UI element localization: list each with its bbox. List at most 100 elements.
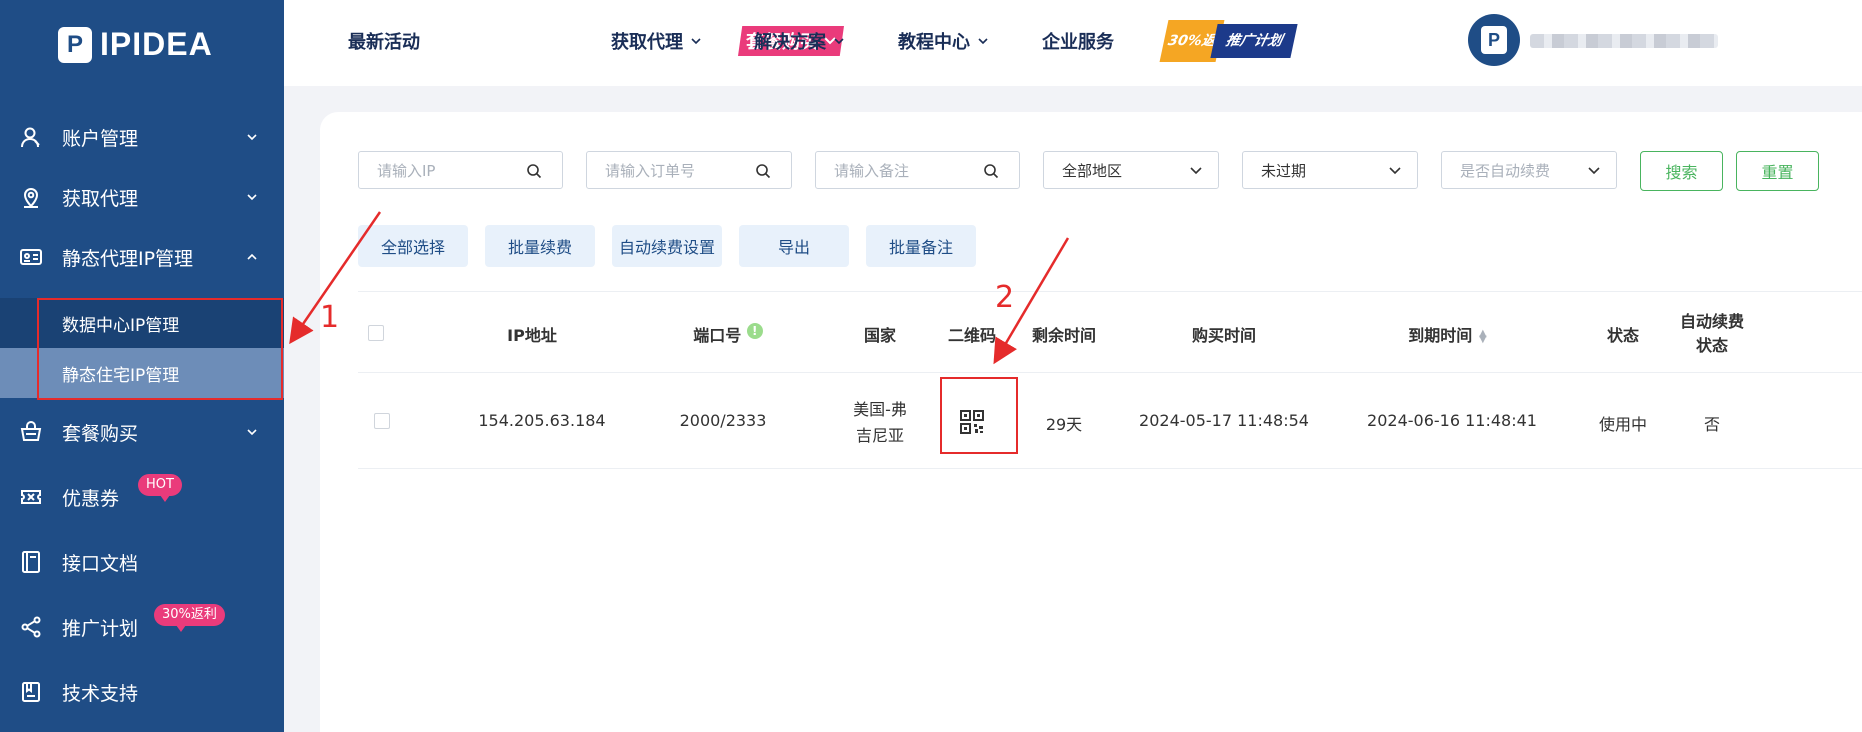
cell-remaining: 29天 <box>1045 415 1083 434</box>
placeholder: 请输入IP <box>377 161 436 180</box>
placeholder: 请输入订单号 <box>605 161 696 180</box>
order-search-input[interactable]: 请输入订单号 <box>586 151 792 189</box>
select-all-button[interactable]: 全部选择 <box>358 225 468 267</box>
sidebar-item-coupon[interactable]: 优惠券 HOT <box>0 470 284 524</box>
cell-auto-renew: 否 <box>1703 415 1720 434</box>
placeholder: 是否自动续费 <box>1460 161 1551 180</box>
sidebar-item-get-proxy[interactable]: 获取代理 <box>0 170 284 224</box>
sidebar-item-static-proxy[interactable]: 静态代理IP管理 <box>0 230 284 284</box>
top-bar: 最新活动 套餐购买 获取代理 解决方案 教程中心 企业服务 30%返 推广计划 … <box>284 0 1862 86</box>
cell-expiry-time: 2024-06-16 11:48:41 <box>1367 411 1537 430</box>
nav-get-proxy[interactable]: 获取代理 <box>611 28 701 54</box>
cell-country: 美国-弗 吉尼亚 <box>840 397 920 449</box>
reset-button[interactable]: 重置 <box>1736 151 1819 191</box>
cell-status: 使用中 <box>1598 415 1647 434</box>
nav-latest-activities[interactable]: 最新活动 <box>348 28 420 54</box>
chevron-down-icon <box>1389 167 1401 175</box>
search-icon <box>527 164 542 179</box>
username-blurred <box>1530 34 1718 48</box>
chevron-down-icon <box>1190 167 1202 175</box>
annotation-number-1: 1 <box>320 300 340 335</box>
logo-text: IPIDEA <box>100 26 213 62</box>
document-icon <box>18 549 44 575</box>
promo-banner[interactable]: 30%返 推广计划 <box>1159 20 1298 62</box>
logo[interactable]: P IPIDEA <box>58 26 213 63</box>
nav-label: 解决方案 <box>754 32 826 53</box>
chevron-down-icon <box>247 429 257 436</box>
header-expiry-time[interactable]: 到期时间 ▲ ▼ <box>1378 322 1518 346</box>
select-value: 全部地区 <box>1062 161 1123 180</box>
rebate-badge: 30%返利 <box>154 604 225 632</box>
sidebar-item-label: 推广计划 <box>62 617 139 640</box>
select-all-checkbox[interactable] <box>368 325 384 341</box>
header-label: 到期时间 <box>1408 326 1473 345</box>
nav-label: 获取代理 <box>611 32 683 53</box>
country-line: 吉尼亚 <box>855 426 904 445</box>
chevron-down-icon <box>978 38 988 45</box>
header-port: 端口号 ! <box>688 322 768 346</box>
highlight-box-sidebar <box>37 298 283 400</box>
bulk-note-button[interactable]: 批量备注 <box>866 225 976 267</box>
header-qrcode: 二维码 <box>947 326 996 345</box>
sidebar-item-api-docs[interactable]: 接口文档 <box>0 535 284 589</box>
chevron-down-icon <box>691 38 701 45</box>
sidebar-item-label: 账户管理 <box>62 127 139 150</box>
note-search-input[interactable]: 请输入备注 <box>815 151 1020 189</box>
sort-icon[interactable]: ▲ ▼ <box>1478 328 1488 344</box>
sidebar-item-promotion[interactable]: 推广计划 30%返利 <box>0 600 284 654</box>
auto-renew-settings-button[interactable]: 自动续费设置 <box>612 225 722 267</box>
header-label: 状态 <box>1695 336 1728 355</box>
nav-tutorials[interactable]: 教程中心 <box>898 28 988 54</box>
user-icon <box>18 124 44 150</box>
location-icon <box>18 184 44 210</box>
annotation-number-2: 2 <box>995 280 1015 315</box>
chevron-down-icon <box>247 134 257 141</box>
export-button[interactable]: 导出 <box>739 225 849 267</box>
search-icon <box>984 164 999 179</box>
info-icon[interactable]: ! <box>746 323 763 339</box>
nav-label: 企业服务 <box>1042 32 1114 53</box>
header-status: 状态 <box>1606 326 1639 345</box>
cell-ip: 154.205.63.184 <box>478 411 606 430</box>
header-remaining: 剩余时间 <box>1031 326 1096 345</box>
promo-right: 推广计划 <box>1210 24 1298 58</box>
sidebar-item-label: 静态代理IP管理 <box>62 247 194 270</box>
ip-search-input[interactable]: 请输入IP <box>358 151 563 189</box>
hot-badge: HOT <box>138 474 182 502</box>
auto-renew-select[interactable]: 是否自动续费 <box>1441 151 1617 189</box>
avatar-logo: P <box>1481 26 1507 54</box>
basket-icon <box>18 419 44 445</box>
row-checkbox[interactable] <box>374 413 390 429</box>
nav-solutions[interactable]: 解决方案 <box>754 28 844 54</box>
book-icon <box>18 679 44 705</box>
expiry-select[interactable]: 未过期 <box>1242 151 1418 189</box>
cell-purchase-time: 2024-05-17 11:48:54 <box>1139 411 1309 430</box>
search-icon <box>756 164 771 179</box>
cell-port: 2000/2333 <box>679 411 767 430</box>
header-ip: IP地址 <box>507 326 557 345</box>
nav-label: 教程中心 <box>898 32 970 53</box>
logo-mark: P <box>58 26 92 63</box>
sidebar-item-support[interactable]: 技术支持 <box>0 665 284 719</box>
sidebar-item-account[interactable]: 账户管理 <box>0 110 284 164</box>
sidebar-item-label: 获取代理 <box>62 187 139 210</box>
region-select[interactable]: 全部地区 <box>1043 151 1219 189</box>
header-country: 国家 <box>863 326 896 345</box>
search-button[interactable]: 搜索 <box>1640 151 1723 191</box>
header-label: 自动续费 <box>1679 312 1744 331</box>
sidebar-item-label: 优惠券 <box>62 487 120 510</box>
select-value: 未过期 <box>1261 161 1307 180</box>
chevron-down-icon <box>247 194 257 201</box>
highlight-box-qrcode <box>940 377 1018 454</box>
id-card-icon <box>18 244 44 270</box>
coupon-icon <box>18 484 44 510</box>
header-purchase-time: 购买时间 <box>1191 326 1256 345</box>
chevron-down-icon <box>1588 167 1600 175</box>
nav-enterprise[interactable]: 企业服务 <box>1042 28 1114 54</box>
chevron-up-icon <box>247 253 257 260</box>
sidebar-item-label: 接口文档 <box>62 552 139 575</box>
avatar[interactable]: P <box>1468 14 1520 66</box>
bulk-renew-button[interactable]: 批量续费 <box>485 225 595 267</box>
sidebar-item-package[interactable]: 套餐购买 <box>0 405 284 459</box>
share-icon <box>18 614 44 640</box>
